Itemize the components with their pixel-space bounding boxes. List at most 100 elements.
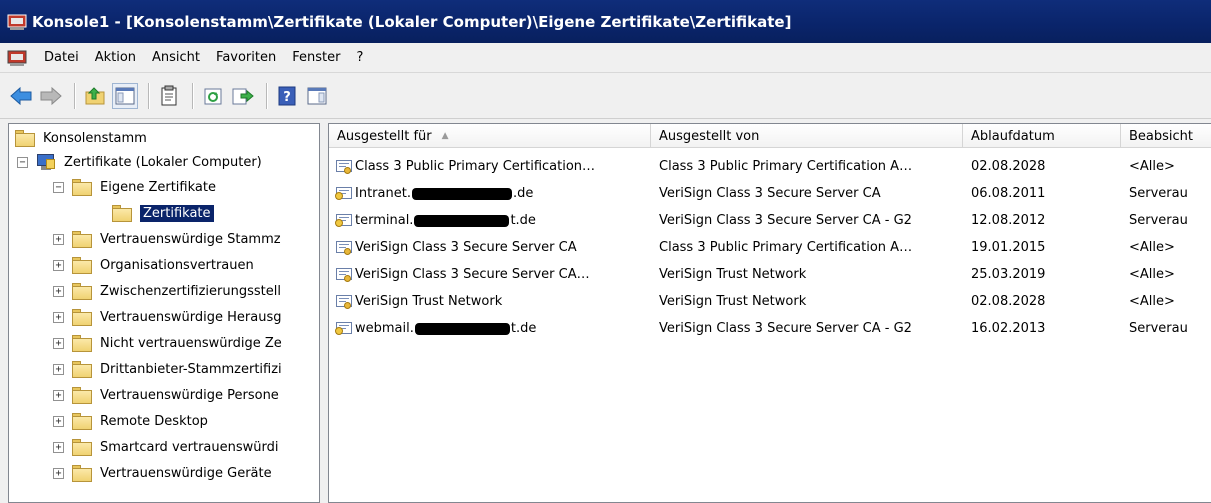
properties-icon[interactable] bbox=[156, 83, 182, 109]
mmc-console-icon bbox=[6, 11, 28, 33]
tree-node-store[interactable]: + Vertrauenswürdige Geräte bbox=[53, 461, 272, 485]
table-row[interactable]: Intranet. .de VeriSign Class 3 Secure Serv… bbox=[329, 180, 1211, 207]
cell-issued-to: webmail. t.de bbox=[329, 315, 651, 342]
export-list-icon[interactable] bbox=[230, 83, 256, 109]
expand-icon[interactable]: + bbox=[53, 233, 64, 245]
toolbar-separator bbox=[192, 82, 194, 109]
table-row[interactable]: Class 3 Public Primary Certification… Cla… bbox=[329, 153, 1211, 180]
collapse-icon[interactable]: − bbox=[53, 181, 64, 193]
menu-favoriten[interactable]: Favoriten bbox=[208, 50, 284, 65]
folder-icon bbox=[72, 464, 92, 482]
expand-icon[interactable]: + bbox=[53, 467, 64, 479]
column-header-label: Ausgestellt von bbox=[659, 128, 760, 144]
menu-aktion[interactable]: Aktion bbox=[87, 50, 144, 65]
cell-expiration-date: 02.08.2028 bbox=[971, 159, 1046, 174]
tree-node-store[interactable]: + Vertrauenswürdige Stammz bbox=[53, 227, 281, 251]
cell-expiration-date: 12.08.2012 bbox=[971, 213, 1046, 228]
menu-fenster[interactable]: Fenster bbox=[284, 50, 348, 65]
expand-icon[interactable]: + bbox=[53, 415, 64, 427]
column-header-ablaufdatum[interactable]: Ablaufdatum bbox=[963, 124, 1121, 148]
column-header-ausgestellt-von[interactable]: Ausgestellt von bbox=[651, 124, 963, 148]
tree-node-store[interactable]: + Organisationsvertrauen bbox=[53, 253, 254, 277]
column-header-beabsichtigte-zwecke[interactable]: Beabsicht bbox=[1121, 124, 1211, 148]
tree-node-label: Zertifikate (Lokaler Computer) bbox=[64, 154, 262, 170]
cell-expiration-date: 19.01.2015 bbox=[971, 240, 1046, 255]
folder-icon bbox=[72, 256, 92, 274]
show-hide-tree-icon[interactable] bbox=[112, 82, 138, 109]
tree-node-zertifikate-selected[interactable]: Zertifikate bbox=[112, 201, 214, 225]
title-bar: Konsole1 - [Konsolenstamm\Zertifikate (L… bbox=[0, 0, 1211, 43]
table-row[interactable]: VeriSign Trust Network VeriSign Trust Net… bbox=[329, 288, 1211, 315]
tree-node-store[interactable]: + Nicht vertrauenswürdige Ze bbox=[53, 331, 282, 355]
cell-issued-by: VeriSign Trust Network bbox=[659, 267, 807, 282]
column-header-label: Ausgestellt für bbox=[337, 128, 432, 144]
sort-ascending-icon: ▲ bbox=[441, 131, 449, 141]
tree-node-label: Nicht vertrauenswürdige Ze bbox=[100, 335, 282, 351]
cell-expiration-date: 25.03.2019 bbox=[971, 267, 1046, 282]
collapse-icon[interactable]: − bbox=[17, 156, 28, 168]
folder-icon bbox=[72, 412, 92, 430]
expand-icon[interactable]: + bbox=[53, 337, 64, 349]
menu-help[interactable]: ? bbox=[348, 50, 371, 65]
tree-node-label: Vertrauenswürdige Persone bbox=[100, 387, 279, 403]
expand-icon[interactable]: + bbox=[53, 259, 64, 271]
up-folder-icon[interactable] bbox=[82, 83, 108, 109]
cell-issued-to: VeriSign Class 3 Secure Server CA… bbox=[329, 261, 651, 288]
cell-expiration-date: 16.02.2013 bbox=[971, 321, 1046, 336]
cell-issued-by: Class 3 Public Primary Certification A… bbox=[659, 240, 913, 255]
folder-icon bbox=[72, 308, 92, 326]
tree-node-store[interactable]: + Drittanbieter-Stammzertifizi bbox=[53, 357, 282, 381]
folder-icon bbox=[72, 334, 92, 352]
tree-node-store[interactable]: + Smartcard vertrauenswürdi bbox=[53, 435, 278, 459]
window-title: Konsole1 - [Konsolenstamm\Zertifikate (L… bbox=[32, 12, 792, 31]
expand-icon[interactable]: + bbox=[53, 441, 64, 453]
tree-node-store[interactable]: + Zwischenzertifizierungsstell bbox=[53, 279, 281, 303]
issued-to-text: Class 3 Public Primary Certification… bbox=[355, 159, 596, 174]
tree-node-store[interactable]: + Vertrauenswürdige Persone bbox=[53, 383, 279, 407]
certificate-key-icon bbox=[335, 321, 353, 337]
tree-node-label: Smartcard vertrauenswürdi bbox=[100, 439, 279, 455]
column-header-label: Ablaufdatum bbox=[971, 128, 1055, 144]
console-tree: Konsolenstamm − Zertifikate (Lokaler Com… bbox=[8, 123, 320, 503]
menu-bar: Datei Aktion Ansicht Favoriten Fenster ? bbox=[0, 43, 1211, 73]
redaction-mark bbox=[414, 322, 510, 335]
tree-node-label: Zertifikate bbox=[140, 204, 214, 222]
cell-issued-to: Class 3 Public Primary Certification… bbox=[329, 153, 651, 180]
expand-icon[interactable]: + bbox=[53, 389, 64, 401]
tree-node-zertifikate-computer[interactable]: − Zertifikate (Lokaler Computer) bbox=[17, 150, 262, 174]
certificate-list: Ausgestellt für ▲ Ausgestellt von Ablauf… bbox=[328, 123, 1211, 503]
cell-intended-purposes: <Alle> bbox=[1129, 159, 1175, 174]
certificate-icon bbox=[335, 159, 353, 175]
table-row[interactable]: VeriSign Class 3 Secure Server CA Class 3… bbox=[329, 234, 1211, 261]
menu-ansicht[interactable]: Ansicht bbox=[144, 50, 208, 65]
issued-to-text: VeriSign Class 3 Secure Server CA bbox=[355, 240, 577, 255]
menu-datei[interactable]: Datei bbox=[36, 50, 87, 65]
console-menu-icon[interactable] bbox=[6, 47, 28, 69]
expand-icon[interactable]: + bbox=[53, 311, 64, 323]
issued-to-text: Intranet. bbox=[355, 186, 411, 201]
help-icon[interactable]: ? bbox=[274, 83, 300, 109]
expand-icon[interactable]: + bbox=[53, 285, 64, 297]
expand-icon[interactable]: + bbox=[53, 363, 64, 375]
cell-issued-by: VeriSign Trust Network bbox=[659, 294, 807, 309]
refresh-icon[interactable] bbox=[200, 83, 226, 109]
table-row[interactable]: VeriSign Class 3 Secure Server CA… VeriSi… bbox=[329, 261, 1211, 288]
table-row[interactable]: webmail. t.de VeriSign Class 3 Secure Serv… bbox=[329, 315, 1211, 342]
tree-node-label: Vertrauenswürdige Geräte bbox=[100, 465, 272, 481]
tree-node-konsolenstamm[interactable]: Konsolenstamm bbox=[15, 126, 147, 150]
column-header-ausgestellt-fuer[interactable]: Ausgestellt für ▲ bbox=[329, 124, 651, 148]
certificate-icon bbox=[335, 267, 353, 283]
table-row[interactable]: terminal. t.de VeriSign Class 3 Secure Ser… bbox=[329, 207, 1211, 234]
svg-text:?: ? bbox=[283, 90, 291, 105]
folder-icon bbox=[72, 360, 92, 378]
cell-issued-to: VeriSign Trust Network bbox=[329, 288, 651, 315]
tree-node-store[interactable]: + Remote Desktop bbox=[53, 409, 208, 433]
tree-node-store[interactable]: + Vertrauenswürdige Herausg bbox=[53, 305, 281, 329]
certificate-key-icon bbox=[335, 186, 353, 202]
list-header: Ausgestellt für ▲ Ausgestellt von Ablauf… bbox=[329, 124, 1211, 148]
tree-node-eigene-zertifikate[interactable]: − Eigene Zertifikate bbox=[53, 175, 216, 199]
forward-arrow-icon[interactable] bbox=[38, 83, 64, 109]
redaction-mark bbox=[411, 187, 512, 200]
show-hide-action-pane-icon[interactable] bbox=[304, 83, 330, 109]
back-arrow-icon[interactable] bbox=[8, 83, 34, 109]
